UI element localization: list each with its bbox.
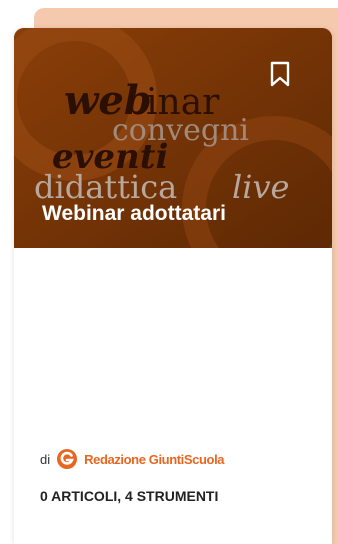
author-org-link[interactable]: Redazione GiuntiScuola: [84, 452, 224, 467]
bookmark-icon: [270, 61, 290, 87]
cover-image: web inar convegni eventi didattica live …: [14, 28, 332, 248]
author-line: di Redazione GiuntiScuola: [40, 448, 225, 470]
card-title[interactable]: Webinar adottatari: [42, 202, 226, 226]
content-card[interactable]: web inar convegni eventi didattica live …: [14, 28, 332, 544]
bookmark-button[interactable]: [270, 61, 298, 95]
cover-word-live: live: [232, 168, 289, 206]
author-prefix: di: [40, 451, 51, 467]
content-counts: 0 ARTICOLI, 4 STRUMENTI: [40, 488, 219, 504]
cover-word-didattica: didattica: [34, 168, 177, 206]
giunti-logo-icon: [56, 448, 78, 470]
